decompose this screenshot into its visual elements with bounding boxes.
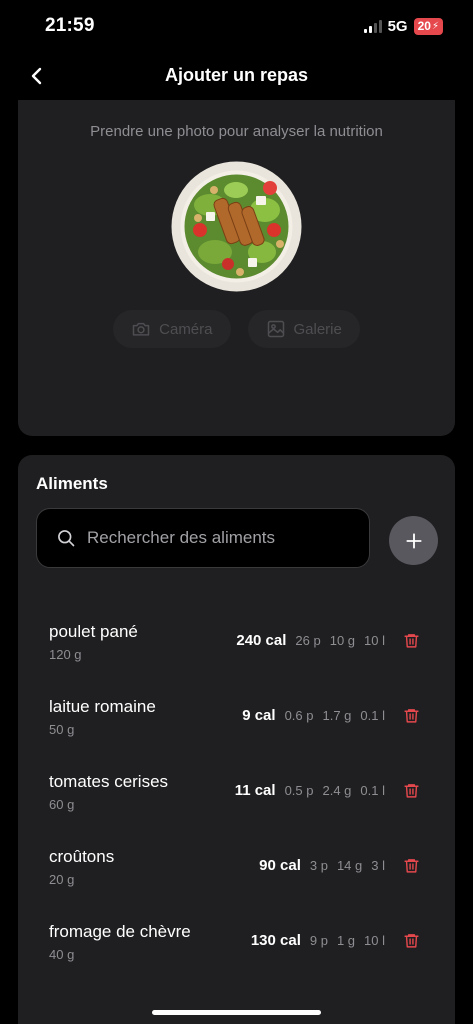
food-carbs: 2.4 g — [322, 783, 352, 798]
status-bar: 21:59 5G 20 ⚡ — [0, 0, 473, 52]
gallery-button[interactable]: Galerie — [247, 310, 360, 348]
foods-title: Aliments — [36, 474, 108, 493]
trash-icon[interactable] — [403, 707, 420, 724]
nav-bar: Ajouter un repas — [0, 56, 473, 96]
add-food-button[interactable] — [389, 516, 438, 565]
food-item[interactable]: fromage de chèvre 40 g 130 cal 9 p 1 g 1… — [18, 912, 455, 987]
food-carbs: 10 g — [329, 633, 356, 648]
food-nutrition: 240 cal 26 p 10 g 10 l — [236, 632, 420, 649]
plus-icon — [405, 532, 422, 549]
food-protein: 9 p — [309, 933, 328, 948]
food-search-input[interactable]: Rechercher des aliments — [36, 508, 370, 568]
photo-actions: Caméra Galerie — [18, 310, 455, 348]
image-icon — [267, 320, 284, 338]
food-lipids: 10 l — [364, 933, 385, 948]
food-item[interactable]: tomates cerises 60 g 11 cal 0.5 p 2.4 g … — [18, 762, 455, 837]
photo-hint: Prendre une photo pour analyser la nutri… — [90, 123, 383, 140]
food-calories: 240 cal — [236, 632, 287, 649]
status-time: 21:59 — [45, 15, 95, 36]
food-name: fromage de chèvre — [49, 922, 191, 941]
food-quantity: 60 g — [49, 797, 75, 812]
meal-photo — [171, 161, 302, 292]
food-item[interactable]: poulet pané 120 g 240 cal 26 p 10 g 10 l — [18, 612, 455, 687]
charging-icon: ⚡ — [431, 21, 439, 32]
food-lipids: 0.1 l — [360, 708, 385, 723]
search-icon — [58, 530, 75, 547]
signal-icon — [363, 20, 382, 33]
food-quantity: 50 g — [49, 722, 75, 737]
page-title: Ajouter un repas — [164, 65, 309, 85]
foods-card: Aliments Rechercher des aliments poulet … — [18, 455, 455, 1024]
food-nutrition: 130 cal 9 p 1 g 10 l — [251, 932, 420, 949]
search-placeholder: Rechercher des aliments — [87, 528, 276, 547]
food-quantity: 40 g — [49, 947, 75, 962]
food-calories: 9 cal — [242, 707, 276, 724]
food-quantity: 20 g — [49, 872, 75, 887]
food-calories: 90 cal — [259, 857, 301, 874]
food-carbs: 1.7 g — [322, 708, 352, 723]
network-type: 5G — [387, 18, 408, 35]
food-protein: 0.6 p — [284, 708, 314, 723]
food-calories: 130 cal — [250, 932, 301, 949]
food-protein: 3 p — [309, 858, 328, 873]
food-name: tomates cerises — [49, 772, 169, 791]
food-lipids: 10 l — [364, 633, 385, 648]
battery-level: 20 — [417, 19, 431, 33]
food-item[interactable]: laitue romaine 50 g 9 cal 0.6 p 1.7 g 0.… — [18, 687, 455, 762]
food-lipids: 3 l — [371, 858, 385, 873]
food-list: poulet pané 120 g 240 cal 26 p 10 g 10 l… — [18, 612, 455, 987]
food-nutrition: 11 cal 0.5 p 2.4 g 0.1 l — [235, 782, 420, 799]
food-item[interactable]: croûtons 20 g 90 cal 3 p 14 g 3 l — [18, 837, 455, 912]
food-carbs: 1 g — [336, 933, 356, 948]
food-calories: 11 cal — [234, 782, 276, 799]
food-protein: 0.5 p — [284, 783, 314, 798]
status-indicators: 5G 20 ⚡ — [363, 18, 443, 35]
food-nutrition: 9 cal 0.6 p 1.7 g 0.1 l — [242, 707, 420, 724]
food-nutrition: 90 cal 3 p 14 g 3 l — [259, 857, 420, 874]
home-indicator[interactable] — [152, 1010, 321, 1015]
camera-label: Caméra — [159, 320, 213, 338]
photo-card: Prendre une photo pour analyser la nutri… — [18, 100, 455, 436]
camera-icon — [132, 322, 150, 336]
battery-icon: 20 ⚡ — [413, 18, 443, 35]
trash-icon[interactable] — [403, 857, 420, 874]
food-name: laitue romaine — [49, 697, 156, 716]
food-name: croûtons — [49, 847, 115, 866]
food-quantity: 120 g — [49, 647, 82, 662]
trash-icon[interactable] — [403, 932, 420, 949]
trash-icon[interactable] — [403, 632, 420, 649]
food-carbs: 14 g — [336, 858, 363, 873]
food-lipids: 0.1 l — [360, 783, 385, 798]
food-name: poulet pané — [49, 622, 138, 641]
camera-button[interactable]: Caméra — [113, 310, 231, 348]
gallery-label: Galerie — [293, 320, 342, 338]
food-protein: 26 p — [295, 633, 321, 648]
trash-icon[interactable] — [403, 782, 420, 799]
